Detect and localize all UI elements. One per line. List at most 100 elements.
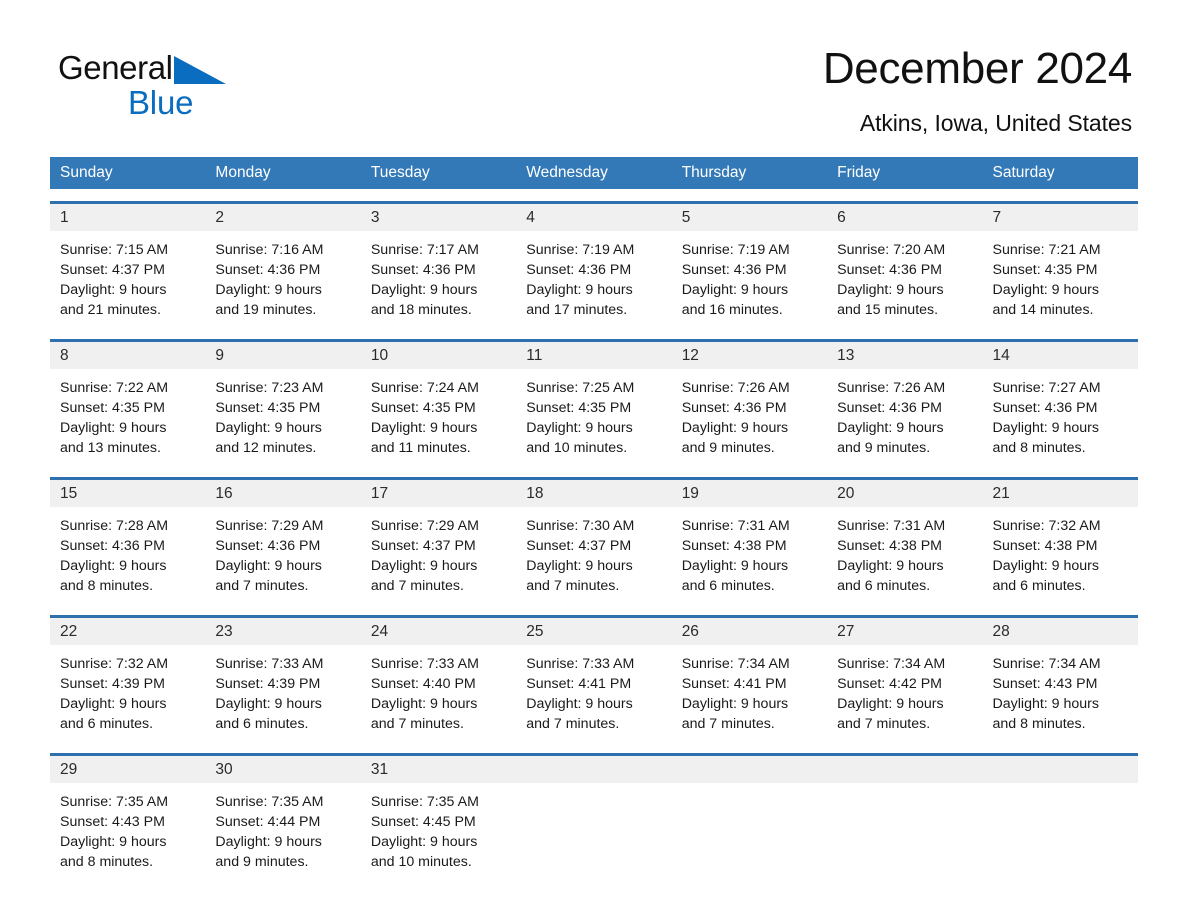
daylight-text-line2: and 7 minutes. xyxy=(526,578,620,594)
daylight-text-line1: Daylight: 9 hours xyxy=(60,420,167,436)
day-cell[interactable]: 27 Sunrise: 7:34 AM Sunset: 4:42 PM Dayligh… xyxy=(827,618,983,741)
sunset-text: Sunset: 4:38 PM xyxy=(681,538,787,554)
weekday-header-thursday: Thursday xyxy=(681,164,747,181)
day-cell[interactable]: 4 Sunrise: 7:19 AM Sunset: 4:36 PM Daylight… xyxy=(516,204,672,327)
day-details: Sunrise: 7:28 AM Sunset: 4:36 PM Daylight:… xyxy=(50,507,205,603)
sunset-text: Sunset: 4:35 PM xyxy=(215,400,321,416)
day-details: Sunrise: 7:19 AM Sunset: 4:36 PM Daylight:… xyxy=(516,231,671,327)
page-subtitle: Atkins, Iowa, United States xyxy=(859,110,1132,136)
day-details: Sunrise: 7:33 AM Sunset: 4:39 PM Daylight:… xyxy=(205,645,360,741)
daylight-text-line1: Daylight: 9 hours xyxy=(370,696,478,712)
day-cell[interactable]: 18 Sunrise: 7:30 AM Sunset: 4:37 PM Dayligh… xyxy=(516,480,672,603)
day-cell[interactable]: 5 Sunrise: 7:19 AM Sunset: 4:36 PM Daylight… xyxy=(671,204,828,327)
day-number: 15 xyxy=(50,480,206,507)
calendar-page: General Blue December 2024 Atkins, Iowa,… xyxy=(0,0,1188,918)
day-cell[interactable]: 28 Sunrise: 7:34 AM Sunset: 4:43 PM Dayligh… xyxy=(982,618,1138,741)
day-cell[interactable]: 7 Sunrise: 7:21 AM Sunset: 4:35 PM Daylight… xyxy=(982,204,1138,327)
day-number: 17 xyxy=(360,480,517,507)
daylight-text-line1: Daylight: 9 hours xyxy=(526,282,633,298)
sunrise-text: Sunrise: 7:30 AM xyxy=(526,518,635,534)
day-cell[interactable]: 25 Sunrise: 7:33 AM Sunset: 4:41 PM Dayligh… xyxy=(516,618,672,741)
day-number: 2 xyxy=(205,204,361,231)
daylight-text-line2: and 16 minutes. xyxy=(681,302,783,318)
day-cell[interactable]: 15 Sunrise: 7:28 AM Sunset: 4:36 PM Dayligh… xyxy=(50,480,206,603)
day-details: Sunrise: 7:35 AM Sunset: 4:43 PM Daylight:… xyxy=(50,783,205,879)
day-number: 18 xyxy=(516,480,672,507)
daylight-text-line1: Daylight: 9 hours xyxy=(681,420,789,436)
day-cell[interactable]: 6 Sunrise: 7:20 AM Sunset: 4:36 PM Daylight… xyxy=(827,204,983,327)
day-cell[interactable]: 11 Sunrise: 7:25 AM Sunset: 4:35 PM Dayligh… xyxy=(516,342,672,465)
day-cell[interactable]: 21 Sunrise: 7:32 AM Sunset: 4:38 PM Dayligh… xyxy=(982,480,1138,603)
day-number: 26 xyxy=(671,618,828,645)
daylight-text-line2: and 6 minutes. xyxy=(215,716,309,732)
day-cell[interactable]: 31 Sunrise: 7:35 AM Sunset: 4:45 PM Dayligh… xyxy=(360,756,517,879)
day-cell[interactable]: 26 Sunrise: 7:34 AM Sunset: 4:41 PM Dayligh… xyxy=(671,618,828,741)
day-cell[interactable]: 1 Sunrise: 7:15 AM Sunset: 4:37 PM Daylight… xyxy=(50,204,206,327)
sunrise-text: Sunrise: 7:34 AM xyxy=(681,656,790,672)
weekday-header-monday: Monday xyxy=(215,164,271,181)
day-cell-empty xyxy=(827,756,983,879)
day-number xyxy=(516,756,672,783)
daylight-text-line2: and 10 minutes. xyxy=(526,440,628,456)
day-cell[interactable]: 17 Sunrise: 7:29 AM Sunset: 4:37 PM Dayligh… xyxy=(360,480,517,603)
day-cell[interactable]: 30 Sunrise: 7:35 AM Sunset: 4:44 PM Dayligh… xyxy=(205,756,361,879)
sunset-text: Sunset: 4:38 PM xyxy=(837,538,942,554)
day-details: Sunrise: 7:34 AM Sunset: 4:42 PM Daylight:… xyxy=(827,645,982,741)
generalblue-logo[interactable]: General Blue xyxy=(58,48,318,122)
day-cell[interactable]: 22 Sunrise: 7:32 AM Sunset: 4:39 PM Dayligh… xyxy=(50,618,206,741)
day-details: Sunrise: 7:26 AM Sunset: 4:36 PM Daylight:… xyxy=(672,369,827,465)
sunrise-text: Sunrise: 7:34 AM xyxy=(837,656,946,672)
day-cell[interactable]: 2 Sunrise: 7:16 AM Sunset: 4:36 PM Daylight… xyxy=(205,204,361,327)
day-number: 30 xyxy=(205,756,361,783)
day-cell[interactable]: 10 Sunrise: 7:24 AM Sunset: 4:35 PM Dayligh… xyxy=(360,342,517,465)
daylight-text-line1: Daylight: 9 hours xyxy=(370,420,478,436)
daylight-text-line1: Daylight: 9 hours xyxy=(215,558,322,574)
sunrise-text: Sunrise: 7:31 AM xyxy=(837,518,946,534)
day-details: Sunrise: 7:25 AM Sunset: 4:35 PM Daylight:… xyxy=(516,369,671,465)
daylight-text-line1: Daylight: 9 hours xyxy=(837,558,944,574)
day-cell[interactable]: 13 Sunrise: 7:26 AM Sunset: 4:36 PM Dayligh… xyxy=(827,342,983,465)
day-cell[interactable]: 14 Sunrise: 7:27 AM Sunset: 4:36 PM Dayligh… xyxy=(982,342,1138,465)
week-row: 22 Sunrise: 7:32 AM Sunset: 4:39 PM Dayligh… xyxy=(50,615,1138,741)
day-number: 25 xyxy=(516,618,672,645)
day-cell[interactable]: 16 Sunrise: 7:29 AM Sunset: 4:36 PM Dayligh… xyxy=(205,480,361,603)
daylight-text-line1: Daylight: 9 hours xyxy=(526,420,633,436)
day-details: Sunrise: 7:17 AM Sunset: 4:36 PM Daylight:… xyxy=(361,231,516,327)
sunrise-text: Sunrise: 7:19 AM xyxy=(526,242,635,258)
day-details: Sunrise: 7:27 AM Sunset: 4:36 PM Daylight:… xyxy=(983,369,1138,465)
sunrise-text: Sunrise: 7:19 AM xyxy=(681,242,790,258)
day-number: 29 xyxy=(50,756,206,783)
day-number: 13 xyxy=(827,342,983,369)
day-cell[interactable]: 20 Sunrise: 7:31 AM Sunset: 4:38 PM Dayligh… xyxy=(827,480,983,603)
daylight-text-line2: and 7 minutes. xyxy=(370,578,464,594)
daylight-text-line1: Daylight: 9 hours xyxy=(370,282,478,298)
daylight-text-line2: and 8 minutes. xyxy=(60,578,154,594)
sunrise-text: Sunrise: 7:35 AM xyxy=(215,794,324,810)
daylight-text-line1: Daylight: 9 hours xyxy=(992,558,1099,574)
day-cell[interactable]: 12 Sunrise: 7:26 AM Sunset: 4:36 PM Dayligh… xyxy=(671,342,828,465)
weekday-header-friday: Friday xyxy=(837,164,881,181)
sunset-text: Sunset: 4:35 PM xyxy=(370,400,476,416)
day-number: 23 xyxy=(205,618,361,645)
day-cell[interactable]: 19 Sunrise: 7:31 AM Sunset: 4:38 PM Dayligh… xyxy=(671,480,828,603)
daylight-text-line1: Daylight: 9 hours xyxy=(60,834,167,850)
daylight-text-line1: Daylight: 9 hours xyxy=(681,696,789,712)
weekday-header-sunday: Sunday xyxy=(60,164,113,181)
day-cell[interactable]: 3 Sunrise: 7:17 AM Sunset: 4:36 PM Daylight… xyxy=(360,204,517,327)
day-cell[interactable]: 23 Sunrise: 7:33 AM Sunset: 4:39 PM Dayligh… xyxy=(205,618,361,741)
day-details: Sunrise: 7:31 AM Sunset: 4:38 PM Daylight:… xyxy=(827,507,982,603)
sunset-text: Sunset: 4:36 PM xyxy=(215,262,321,278)
sunset-text: Sunset: 4:35 PM xyxy=(526,400,632,416)
day-cell[interactable]: 29 Sunrise: 7:35 AM Sunset: 4:43 PM Dayligh… xyxy=(50,756,206,879)
day-number: 14 xyxy=(982,342,1138,369)
day-cell[interactable]: 24 Sunrise: 7:33 AM Sunset: 4:40 PM Dayligh… xyxy=(360,618,517,741)
day-cell[interactable]: 8 Sunrise: 7:22 AM Sunset: 4:35 PM Daylight… xyxy=(50,342,206,465)
day-details: Sunrise: 7:15 AM Sunset: 4:37 PM Daylight:… xyxy=(50,231,205,327)
day-details: Sunrise: 7:32 AM Sunset: 4:39 PM Daylight:… xyxy=(50,645,205,741)
daylight-text-line2: and 6 minutes. xyxy=(60,716,154,732)
sunrise-text: Sunrise: 7:23 AM xyxy=(215,380,324,396)
sunrise-text: Sunrise: 7:21 AM xyxy=(992,242,1101,258)
day-cell[interactable]: 9 Sunrise: 7:23 AM Sunset: 4:35 PM Daylight… xyxy=(205,342,361,465)
day-number: 19 xyxy=(671,480,828,507)
daylight-text-line2: and 9 minutes. xyxy=(215,854,309,870)
